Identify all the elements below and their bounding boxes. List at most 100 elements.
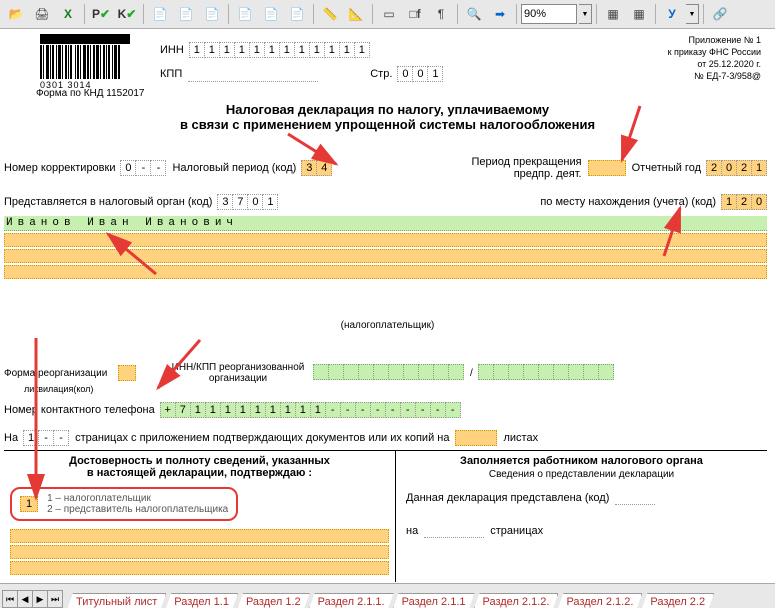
reorg-code[interactable]: [118, 365, 136, 381]
open-icon[interactable]: 📂: [4, 2, 28, 26]
num-line: № ЕД-7-3/958@: [668, 70, 761, 82]
tab-2[interactable]: Раздел 1.2: [237, 593, 310, 608]
doc2-icon[interactable]: 📄: [174, 2, 198, 26]
reorg-label: Форма реорганизации: [4, 368, 112, 379]
tab-last-icon[interactable]: ⏭: [48, 591, 62, 607]
lbox-line2[interactable]: [10, 545, 389, 559]
pages-cells[interactable]: 1--: [24, 430, 69, 446]
tab-prev-icon[interactable]: ◀: [18, 591, 33, 607]
period-cells[interactable]: 34: [302, 160, 332, 176]
tab-first-icon[interactable]: ⏮: [3, 591, 18, 607]
likvid-label: ликвилация(кол): [24, 384, 767, 394]
tab-nav[interactable]: ⏮ ◀ ▶ ⏭: [2, 590, 63, 608]
rect-icon[interactable]: ▭: [377, 2, 401, 26]
str-cells: 001: [398, 66, 443, 82]
link-icon[interactable]: 🔗: [708, 2, 732, 26]
fio-field[interactable]: Иванов Иван Иванович: [4, 216, 767, 231]
toolbar: 📂 🖨 X P✔ K✔ 📄 📄 📄 📄 📄 📄 📏 📐 ▭ □f ¶ 🔍 ➡ ▼…: [0, 0, 775, 29]
mesto-label: по месту нахождения (учета) (код): [540, 196, 716, 208]
reorg-inn[interactable]: [314, 364, 464, 383]
font-icon[interactable]: □f: [403, 2, 427, 26]
appendix-line: Приложение № 1: [668, 34, 761, 46]
barcode: 0301 3014: [40, 34, 130, 90]
kpp-field[interactable]: [188, 67, 318, 82]
rbox-pages: [424, 523, 484, 538]
fio-line2[interactable]: [4, 233, 767, 247]
phone-cells[interactable]: +7111111111---------: [161, 402, 461, 418]
lbox-t2: в настоящей декларации, подтверждаю :: [10, 467, 389, 479]
sheet-tabs: ⏮ ◀ ▶ ⏭ Титульный листРаздел 1.1Раздел 1…: [0, 583, 775, 608]
tab-1[interactable]: Раздел 1.1: [165, 593, 238, 608]
pages-l3: листах: [503, 432, 538, 444]
tab-5[interactable]: Раздел 2.1.2.: [474, 593, 559, 608]
inn-cells[interactable]: 111111111111: [190, 42, 370, 58]
phone-label: Номер контактного телефона: [4, 404, 155, 416]
doc-icon[interactable]: 📄: [148, 2, 172, 26]
u-icon[interactable]: У: [660, 2, 684, 26]
att-pages-field[interactable]: [455, 430, 497, 446]
lbox-t1: Достоверность и полноту сведений, указан…: [10, 455, 389, 467]
doc6-icon[interactable]: 📄: [285, 2, 309, 26]
excel-icon[interactable]: X: [56, 2, 80, 26]
k-check-icon[interactable]: K✔: [115, 2, 139, 26]
rbox-code: [615, 490, 655, 505]
tab-4[interactable]: Раздел 2.1.1: [393, 593, 475, 608]
lbox-line3[interactable]: [10, 561, 389, 575]
order-line: к приказу ФНС России: [668, 46, 761, 58]
date-line: от 25.12.2020 г.: [668, 58, 761, 70]
reorg-sep: /: [470, 368, 473, 379]
term-label2: предпр. деят.: [472, 168, 582, 180]
nalogopl-label: (налогоплательщик): [0, 320, 775, 331]
top-right-note: Приложение № 1 к приказу ФНС России от 2…: [668, 34, 761, 82]
kpp-label: КПП: [160, 68, 182, 80]
reorg-mid1: ИНН/КПП реорганизованной: [168, 362, 308, 373]
opt2: 2 – представитель налогоплательщика: [47, 504, 228, 515]
rbox-t2: Сведения о представлении декларации: [406, 469, 757, 480]
opt1: 1 – налогоплательщик: [47, 493, 228, 504]
grid2-icon[interactable]: ▦: [627, 2, 651, 26]
title-line2: в связи с применением упрощенной системы…: [0, 117, 775, 132]
u-dropdown[interactable]: ▼: [686, 4, 699, 24]
reorg-kpp[interactable]: [479, 364, 614, 383]
declarer-block: 1 1 – налогоплательщик 2 – представитель…: [10, 487, 238, 521]
rbox-l2: на: [406, 525, 418, 537]
declarer-code[interactable]: 1: [20, 496, 38, 512]
zoom-input[interactable]: [521, 4, 577, 24]
next-icon[interactable]: ➡: [488, 2, 512, 26]
god-label: Отчетный год: [632, 162, 701, 174]
inn-label: ИНН: [160, 44, 184, 56]
pilcrow-icon[interactable]: ¶: [429, 2, 453, 26]
tab-3[interactable]: Раздел 2.1.1.: [309, 593, 394, 608]
tab-0[interactable]: Титульный лист: [67, 593, 166, 608]
title-line1: Налоговая декларация по налогу, уплачива…: [0, 102, 775, 117]
lbox-line1[interactable]: [10, 529, 389, 543]
organ-label: Представляется в налоговый орган (код): [4, 196, 212, 208]
document-area: Приложение № 1 к приказу ФНС России от 2…: [0, 30, 775, 582]
organ-cells[interactable]: 3701: [218, 194, 278, 210]
term-field[interactable]: [588, 160, 626, 176]
doc5-icon[interactable]: 📄: [259, 2, 283, 26]
rbox-l3: страницах: [490, 525, 543, 537]
mesto-cells[interactable]: 120: [722, 194, 767, 210]
rbox-l1: Данная декларация представлена (код): [406, 492, 609, 504]
korr-cells[interactable]: 0--: [121, 160, 166, 176]
zoom-dropdown[interactable]: ▼: [579, 4, 592, 24]
tab-6[interactable]: Раздел 2.1.2.: [557, 593, 642, 608]
rbox-t1: Заполняется работником налогового органа: [406, 455, 757, 467]
ruler2-icon[interactable]: 📐: [344, 2, 368, 26]
term-label1: Период прекращения: [472, 156, 582, 168]
search-icon[interactable]: 🔍: [462, 2, 486, 26]
ruler-icon[interactable]: 📏: [318, 2, 342, 26]
p-check-icon[interactable]: P✔: [89, 2, 113, 26]
god-cells[interactable]: 2021: [707, 160, 767, 176]
print-icon[interactable]: 🖨: [30, 2, 54, 26]
tab-next-icon[interactable]: ▶: [33, 591, 48, 607]
doc4-icon[interactable]: 📄: [233, 2, 257, 26]
tab-7[interactable]: Раздел 2.2: [641, 593, 714, 608]
grid1-icon[interactable]: ▦: [601, 2, 625, 26]
period-label: Налоговый период (код): [172, 162, 296, 174]
doc3-icon[interactable]: 📄: [200, 2, 224, 26]
fio-line3[interactable]: [4, 249, 767, 263]
pages-l1: На: [4, 432, 18, 444]
fio-line4[interactable]: [4, 265, 767, 279]
